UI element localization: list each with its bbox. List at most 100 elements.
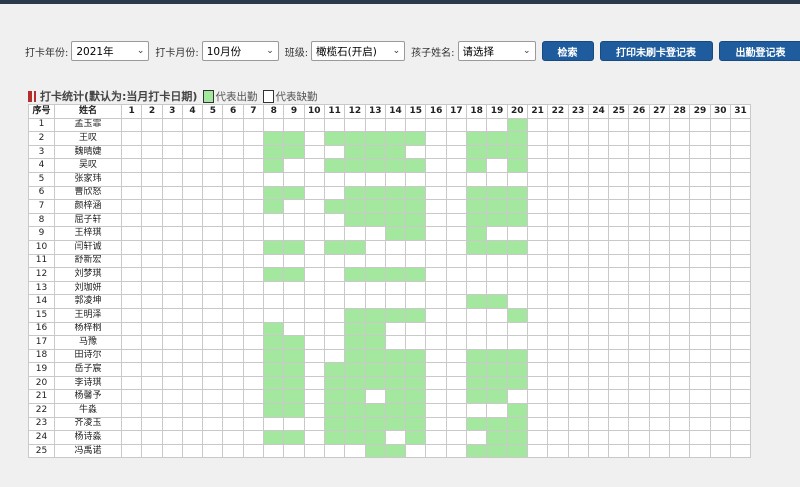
legend-present: 代表出勤 [203, 89, 257, 104]
attendance-register-button[interactable]: 出勤登记表 [718, 41, 800, 61]
attendance-cell-absent [283, 212, 305, 228]
attendance-cell-absent [323, 280, 346, 296]
table-row: 11 舒新宏 [28, 253, 752, 269]
attendance-cell-absent [689, 443, 711, 459]
attendance-cell-absent [303, 335, 325, 350]
attendance-cell-absent [181, 280, 204, 296]
attendance-cell-absent [526, 199, 549, 214]
attendance-cell-present [405, 375, 427, 391]
row-index: 5 [28, 171, 55, 187]
attendance-cell-absent [587, 280, 610, 296]
attendance-cell-absent [445, 403, 468, 418]
attendance-cell-present [466, 375, 488, 391]
attendance-cell-absent [587, 294, 610, 309]
attendance-cell-absent [202, 239, 224, 255]
attendance-cell-absent [181, 416, 204, 432]
attendance-cell-absent [608, 171, 630, 187]
attendance-cell-present [364, 362, 386, 377]
attendance-cell-absent [425, 117, 447, 133]
attendance-cell-absent [486, 253, 508, 269]
day-header: 21 [526, 104, 549, 119]
attendance-cell-absent [303, 430, 325, 445]
attendance-cell-absent [506, 267, 528, 282]
attendance-cell-absent [445, 239, 468, 255]
attendance-cell-absent [648, 362, 671, 377]
attendance-cell-present [283, 144, 305, 160]
attendance-cell-absent [303, 171, 325, 187]
attendance-cell-absent [120, 280, 143, 296]
attendance-cell-absent [628, 158, 650, 173]
attendance-cell-absent [425, 199, 447, 214]
attendance-cell-absent [587, 239, 610, 255]
attendance-cell-absent [263, 117, 285, 133]
attendance-cell-absent [425, 226, 447, 241]
attendance-cell-present [263, 389, 285, 405]
attendance-cell-absent [202, 144, 224, 160]
attendance-cell-absent [729, 239, 752, 255]
row-index: 20 [28, 375, 55, 391]
attendance-cell-absent [669, 239, 691, 255]
attendance-cell-absent [425, 443, 447, 459]
attendance-cell-absent [547, 348, 569, 364]
attendance-cell-absent [608, 294, 630, 309]
attendance-cell-absent [141, 144, 163, 160]
attendance-cell-present [283, 362, 305, 377]
table-row: 8 屈子轩 [28, 212, 752, 228]
table-row: 15 王明泽 [28, 307, 752, 323]
attendance-cell-absent [303, 403, 325, 418]
attendance-cell-absent [303, 117, 325, 133]
child-select[interactable]: 请选择 ⌄ [457, 41, 536, 61]
attendance-cell-absent [181, 362, 204, 377]
attendance-cell-absent [628, 280, 650, 296]
attendance-cell-absent [181, 171, 204, 187]
attendance-cell-absent [608, 321, 630, 337]
attendance-cell-absent [628, 321, 650, 337]
print-unpunched-button[interactable]: 打印未刷卡登记表 [599, 41, 713, 61]
attendance-cell-present [384, 348, 407, 364]
attendance-cell-absent [242, 253, 265, 269]
row-index: 4 [28, 158, 55, 173]
attendance-cell-absent [405, 294, 427, 309]
attendance-cell-present [344, 375, 366, 391]
month-select[interactable]: 10月份 ⌄ [201, 41, 279, 61]
attendance-cell-absent [729, 212, 752, 228]
attendance-cell-present [283, 403, 305, 418]
attendance-cell-absent [669, 185, 691, 201]
attendance-cell-absent [303, 307, 325, 323]
attendance-cell-present [344, 212, 366, 228]
attendance-cell-absent [506, 321, 528, 337]
attendance-cell-absent [689, 389, 711, 405]
year-select[interactable]: 2021年 ⌄ [71, 41, 150, 61]
attendance-cell-absent [263, 416, 285, 432]
attendance-cell-absent [181, 307, 204, 323]
attendance-cell-absent [689, 131, 711, 146]
attendance-cell-absent [466, 335, 488, 350]
attendance-cell-absent [425, 212, 447, 228]
search-button[interactable]: 检索 [541, 41, 594, 61]
attendance-cell-absent [303, 267, 325, 282]
attendance-cell-absent [547, 389, 569, 405]
attendance-cell-absent [689, 199, 711, 214]
attendance-cell-absent [445, 335, 468, 350]
attendance-cell-present [344, 267, 366, 282]
attendance-cell-absent [567, 226, 589, 241]
attendance-cell-absent [303, 375, 325, 391]
attendance-cell-absent [547, 294, 569, 309]
attendance-cell-absent [729, 389, 752, 405]
attendance-cell-absent [669, 430, 691, 445]
attendance-cell-absent [242, 199, 265, 214]
attendance-cell-absent [202, 294, 224, 309]
month-value: 10月份 [206, 45, 242, 58]
attendance-cell-absent [405, 443, 427, 459]
attendance-cell-absent [303, 185, 325, 201]
table-row: 21 杨馨予 [28, 389, 752, 405]
attendance-cell-absent [222, 280, 244, 296]
attendance-cell-present [323, 131, 346, 146]
attendance-cell-absent [120, 212, 143, 228]
attendance-cell-absent [303, 239, 325, 255]
attendance-cell-present [283, 239, 305, 255]
attendance-cell-present [506, 403, 528, 418]
class-select[interactable]: 橄榄石(开启) ⌄ [311, 41, 406, 61]
attendance-cell-present [466, 199, 488, 214]
attendance-cell-absent [202, 321, 224, 337]
